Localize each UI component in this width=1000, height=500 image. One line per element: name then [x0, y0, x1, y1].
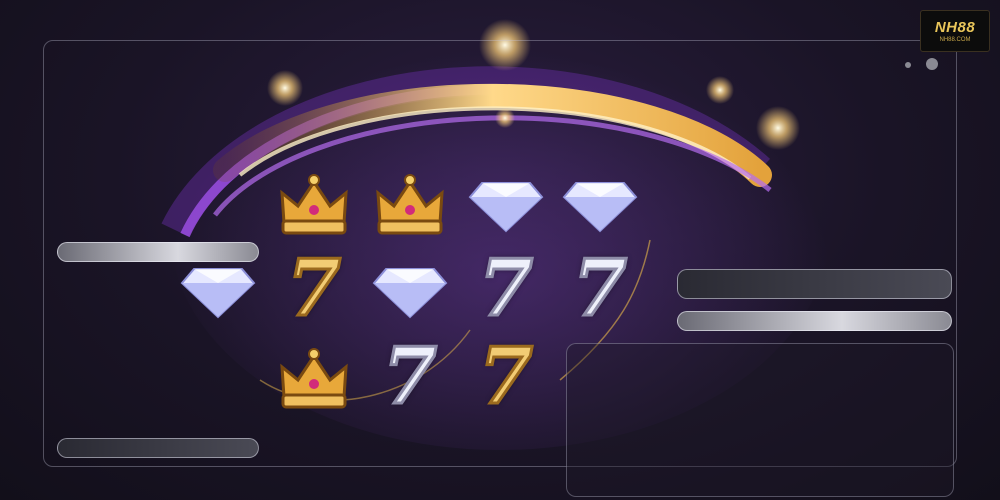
seven-gold-text: 7 — [285, 243, 342, 334]
seven-gold-icon: 7 — [272, 243, 356, 334]
right-top-bar — [677, 269, 952, 299]
seven-silver-icon: 7 — [464, 243, 548, 334]
seven-silver-icon: 7 — [558, 243, 642, 334]
crown-icon — [272, 166, 356, 240]
seven-silver-icon: 7 — [368, 331, 452, 422]
left-bottom-bar — [57, 438, 259, 458]
seven-silver-text: 7 — [571, 243, 628, 334]
right-middle-bar — [677, 311, 952, 331]
indicator-dot-small — [905, 62, 911, 68]
diamond-icon — [176, 252, 260, 326]
crown-icon — [272, 340, 356, 414]
crown-icon — [368, 166, 452, 240]
seven-gold-icon: 7 — [464, 331, 548, 422]
seven-silver-text: 7 — [381, 331, 438, 422]
diamond-icon — [464, 166, 548, 240]
logo-text: NH88 — [934, 19, 976, 36]
diamond-icon — [558, 166, 642, 240]
seven-gold-text: 7 — [477, 331, 534, 422]
seven-silver-text: 7 — [477, 243, 534, 334]
brand-logo: NH88 NH88.COM — [920, 10, 990, 52]
diamond-icon — [368, 252, 452, 326]
logo-subtext: NH88.COM — [939, 37, 971, 43]
right-bottom-panel-frame — [566, 343, 954, 497]
indicator-dot-large — [926, 58, 938, 70]
